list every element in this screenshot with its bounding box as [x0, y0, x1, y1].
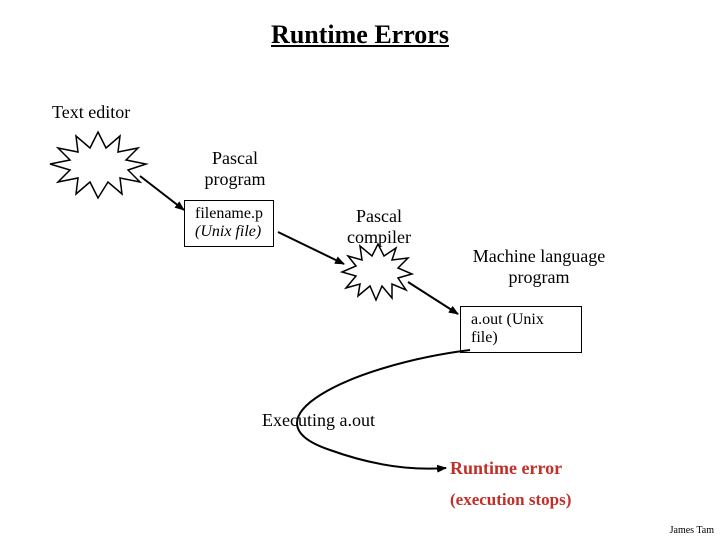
- node-gpc: gpc: [358, 261, 398, 282]
- unix-file-text-1: (Unix file): [195, 223, 263, 241]
- aout-text: a.out (Unix file): [471, 311, 571, 348]
- label-machine-language: Machine language program: [454, 246, 624, 287]
- node-xemacs: XEmacs: [62, 154, 136, 175]
- label-pascal-compiler: Pascal compiler: [334, 206, 424, 247]
- footer-author: James Tam: [670, 525, 714, 536]
- box-aout: a.out (Unix file): [460, 306, 582, 353]
- label-pascal-program: Pascal program: [190, 148, 280, 189]
- arrow-gpc-to-aout: [408, 282, 458, 314]
- page-title: Runtime Errors: [0, 20, 720, 50]
- label-executing: Executing a.out: [262, 410, 375, 431]
- label-text-editor: Text editor: [52, 102, 130, 123]
- filename-p-text: filename.p: [195, 205, 263, 223]
- arrow-xemacs-to-filename: [140, 176, 184, 210]
- label-execution-stops: (execution stops): [450, 490, 571, 510]
- box-filename-p: filename.p (Unix file): [184, 200, 274, 247]
- label-runtime-error: Runtime error: [450, 458, 562, 479]
